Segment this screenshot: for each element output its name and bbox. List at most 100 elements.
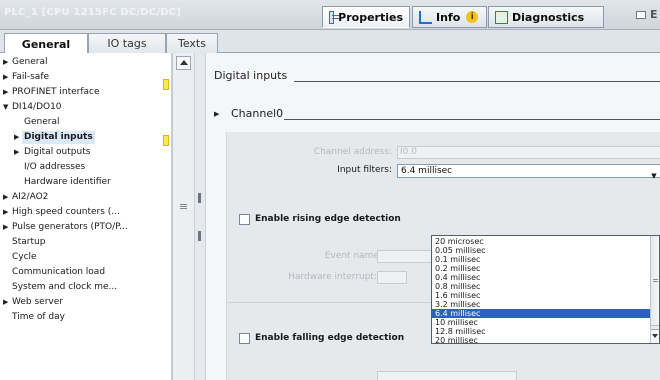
dropdown-scroll-thumb[interactable]: [651, 236, 659, 326]
filter-option[interactable]: 20 millisec: [432, 336, 650, 343]
collapse-arrow-icon[interactable]: ▼: [3, 101, 8, 114]
filter-option[interactable]: 12.8 millisec: [432, 327, 650, 336]
tree-item-di-general[interactable]: General: [0, 116, 172, 129]
tree-item-high-speed-counters[interactable]: ▶ High speed counters (...: [0, 206, 172, 219]
expand-arrow-icon[interactable]: ▶: [14, 146, 19, 159]
tree-item-label: High speed counters (...: [12, 207, 120, 217]
tree-item-label: Pulse generators (PTO/P...: [12, 222, 128, 232]
tree-scrollbar[interactable]: [172, 53, 194, 380]
tree-item-label: Startup: [12, 237, 46, 247]
diagnostics-icon: [495, 10, 508, 24]
incomplete-marker-icon: [163, 79, 169, 90]
input-filters-value: 6.4 millisec: [401, 166, 453, 176]
tree-item-label: Cycle: [12, 252, 37, 262]
inspector-title-bar: PLC_1 [CPU 1215FC DC/DC/DC] Properties I…: [0, 0, 660, 30]
tree-item-label: Digital inputs: [22, 131, 95, 144]
tree-item-cycle[interactable]: Cycle: [0, 251, 172, 264]
tree-item-hardware-identifier[interactable]: Hardware identifier: [0, 176, 172, 189]
tree-item-di14-do10[interactable]: ▼ DI14/DO10: [0, 101, 172, 114]
scroll-down-arrow-icon[interactable]: [651, 329, 659, 343]
tree-item-pulse-generators[interactable]: ▶ Pulse generators (PTO/P...: [0, 221, 172, 234]
falling-edge-label: Enable falling edge detection: [255, 333, 405, 343]
channel-title: Channel0: [231, 107, 284, 120]
tree-item-label: General: [12, 57, 48, 67]
filter-option[interactable]: 0.1 millisec: [432, 255, 650, 264]
overflow-label: E: [650, 8, 658, 21]
tree-item-web-server[interactable]: ▶ Web server: [0, 296, 172, 309]
expand-arrow-icon[interactable]: ▶: [14, 131, 19, 144]
tab-properties[interactable]: Properties: [322, 6, 410, 28]
tree-item-label: Digital outputs: [24, 147, 91, 157]
filter-option[interactable]: 20 microsec: [432, 237, 650, 246]
tree-item-ai2-ao2[interactable]: ▶ AI2/AO2: [0, 191, 172, 204]
channel-address-field: I0.0: [397, 146, 660, 159]
expand-arrow-icon[interactable]: ▶: [3, 56, 8, 69]
expand-arrow-icon[interactable]: ▶: [3, 86, 8, 99]
falling-edge-checkbox[interactable]: [239, 333, 250, 344]
input-filters-select[interactable]: 6.4 millisec: [397, 164, 660, 178]
expand-arrow-icon[interactable]: ▶: [3, 206, 8, 219]
scroll-up-arrow-icon[interactable]: [176, 56, 191, 70]
expand-arrow-icon[interactable]: ▶: [3, 221, 8, 234]
window-overflow-icon[interactable]: [636, 11, 646, 19]
tree-item-label: Fail-safe: [12, 72, 50, 82]
filter-option[interactable]: 3.2 millisec: [432, 300, 650, 309]
tree-item-label: Time of day: [12, 312, 65, 322]
tree-item-label: System and clock me...: [12, 282, 118, 292]
tree-item-system-clock-memory[interactable]: System and clock me...: [0, 281, 172, 294]
event-name-field: [377, 250, 437, 263]
input-filters-dropdown-list[interactable]: 20 microsec 0.05 millisec 0.1 millisec 0…: [431, 235, 660, 344]
tree-item-label: General: [24, 117, 60, 127]
navigation-tree: ▶ General ▶ Fail-safe ▶ PROFINET interfa…: [0, 53, 172, 380]
filter-option[interactable]: 0.8 millisec: [432, 282, 650, 291]
tab-general[interactable]: General: [4, 33, 88, 54]
device-title: PLC_1 [CPU 1215FC DC/DC/DC]: [4, 7, 181, 18]
incomplete-marker-icon: [163, 135, 169, 146]
channel-address-label: Channel address:: [313, 147, 392, 157]
tree-item-label: DI14/DO10: [12, 102, 62, 112]
filter-option-selected[interactable]: 6.4 millisec: [432, 309, 650, 318]
scroll-thumb[interactable]: [176, 193, 191, 223]
tab-diagnostics[interactable]: Diagnostics: [488, 6, 604, 28]
tree-item-label: Hardware identifier: [24, 177, 111, 187]
expand-arrow-icon[interactable]: ▶: [3, 191, 8, 204]
tree-item-label: AI2/AO2: [12, 192, 49, 202]
dropdown-arrow-icon[interactable]: ▼: [650, 172, 658, 184]
filter-option[interactable]: 0.4 millisec: [432, 273, 650, 282]
splitter-grip-icon[interactable]: [198, 231, 201, 241]
hardware-interrupt-label: Hardware interrupt:: [288, 272, 377, 282]
tree-item-startup[interactable]: Startup: [0, 236, 172, 249]
tab-info-label: Info: [436, 10, 461, 24]
expand-arrow-icon[interactable]: ▶: [214, 110, 219, 118]
tree-item-fail-safe[interactable]: ▶ Fail-safe: [0, 71, 172, 84]
section-title: Digital inputs: [214, 69, 288, 82]
splitter-grip-icon[interactable]: [198, 193, 201, 203]
dropdown-scrollbar[interactable]: [650, 236, 659, 343]
filter-option[interactable]: 10 millisec: [432, 318, 650, 327]
properties-icon: [329, 10, 340, 24]
rising-edge-checkbox[interactable]: [239, 214, 250, 225]
tab-io-tags[interactable]: IO tags: [88, 33, 166, 53]
tab-texts[interactable]: Texts: [166, 33, 218, 53]
tree-item-io-addresses[interactable]: I/O addresses: [0, 161, 172, 174]
expand-arrow-icon[interactable]: ▶: [3, 296, 8, 309]
input-filters-label: Input filters:: [337, 165, 392, 175]
tree-item-communication-load[interactable]: Communication load: [0, 266, 172, 279]
tree-item-profinet-interface[interactable]: ▶ PROFINET interface: [0, 86, 172, 99]
tree-item-digital-inputs[interactable]: ▶ Digital inputs: [0, 131, 172, 144]
tree-item-general[interactable]: ▶ General: [0, 56, 172, 69]
tab-info[interactable]: Info i: [412, 6, 487, 28]
tree-item-digital-outputs[interactable]: ▶ Digital outputs: [0, 146, 172, 159]
section-divider: [294, 81, 660, 82]
falling-event-name-field: [377, 371, 517, 380]
expand-arrow-icon[interactable]: ▶: [3, 71, 8, 84]
filter-option[interactable]: 0.2 millisec: [432, 264, 650, 273]
tree-item-label: I/O addresses: [24, 162, 86, 172]
hardware-interrupt-field: [377, 271, 407, 284]
panel-splitter[interactable]: [194, 53, 206, 380]
filter-option[interactable]: 0.05 millisec: [432, 246, 650, 255]
tree-item-time-of-day[interactable]: Time of day: [0, 311, 172, 324]
section-tab-bar: General IO tags Texts: [0, 30, 660, 54]
filter-option[interactable]: 1.6 millisec: [432, 291, 650, 300]
tab-diagnostics-label: Diagnostics: [512, 10, 585, 24]
